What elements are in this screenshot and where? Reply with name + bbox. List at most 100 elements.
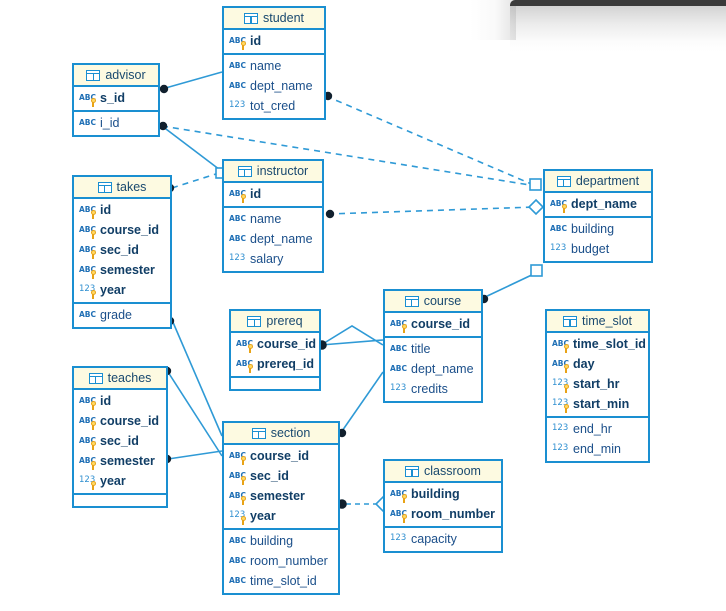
123-number-type-icon: 123 xyxy=(79,284,96,299)
abc-text-type-icon: ABC xyxy=(229,470,246,485)
field-row-sec_id[interactable]: ABC sec_id xyxy=(224,466,338,486)
field-row-dept_name[interactable]: ABC dept_name xyxy=(224,229,322,249)
table-header-classroom[interactable]: classroom xyxy=(385,461,501,483)
field-row-name[interactable]: ABC name xyxy=(224,209,322,229)
link-advisor-department xyxy=(161,125,537,187)
field-row-sec_id[interactable]: ABC sec_id xyxy=(74,431,166,451)
primary-key-icon xyxy=(90,209,96,219)
table-section: ABC building 123 budget xyxy=(545,216,651,261)
table-time_slot[interactable]: time_slot ABC time_slot_id ABC day 123 start_h… xyxy=(545,309,650,463)
abc-text-type-icon: ABC xyxy=(552,358,569,373)
field-row-end_hr[interactable]: 123 end_hr xyxy=(547,419,648,439)
table-prereq[interactable]: prereq ABC course_id ABC prereq_id xyxy=(229,309,321,391)
type-label: 123 xyxy=(390,532,407,543)
field-row-semester[interactable]: ABC semester xyxy=(224,486,338,506)
abc-text-type-icon: ABC xyxy=(229,80,246,93)
123-number-type-icon: 123 xyxy=(79,475,96,490)
primary-key-icon xyxy=(563,383,569,393)
field-name: salary xyxy=(250,252,284,266)
field-row-id[interactable]: ABC id xyxy=(224,184,322,204)
field-name: credits xyxy=(411,382,448,396)
field-row-id[interactable]: ABC id xyxy=(74,200,170,220)
123-number-type-icon: 123 xyxy=(552,378,569,393)
table-section[interactable]: section ABC course_id ABC sec_id ABC semester 1… xyxy=(222,421,340,595)
field-row-i_id[interactable]: ABC i_id xyxy=(74,113,158,133)
type-label: ABC xyxy=(229,80,247,90)
field-row-room_number[interactable]: ABC room_number xyxy=(224,551,338,571)
link-teaches-course xyxy=(167,450,223,460)
table-section: ABC course_id ABC sec_id ABC semester 123 year xyxy=(224,445,338,528)
table-header-course[interactable]: course xyxy=(385,291,481,313)
type-label: ABC xyxy=(229,535,247,545)
field-row-year[interactable]: 123 year xyxy=(74,471,166,491)
field-row-time_slot_id[interactable]: ABC time_slot_id xyxy=(547,334,648,354)
table-title: instructor xyxy=(256,164,309,178)
table-header-instructor[interactable]: instructor xyxy=(224,161,322,183)
field-row-start_min[interactable]: 123 start_min xyxy=(547,394,648,414)
field-row-year[interactable]: 123 year xyxy=(74,280,170,300)
table-takes[interactable]: takes ABC id ABC course_id ABC sec_id ABC semest… xyxy=(72,175,172,329)
field-row-tot_cred[interactable]: 123 tot_cred xyxy=(224,96,324,116)
field-row-s_id[interactable]: ABC s_id xyxy=(74,88,158,108)
field-name: course_id xyxy=(250,449,310,463)
field-row-year[interactable]: 123 year xyxy=(224,506,338,526)
field-row-course_id[interactable]: ABC course_id xyxy=(231,334,319,354)
field-row-prereq_id[interactable]: ABC prereq_id xyxy=(231,354,319,374)
primary-key-icon xyxy=(240,475,246,485)
table-header-time_slot[interactable]: time_slot xyxy=(547,311,648,333)
field-row-dept_name[interactable]: ABC dept_name xyxy=(545,194,651,214)
abc-text-type-icon: ABC xyxy=(229,188,246,203)
field-row-building[interactable]: ABC building xyxy=(385,484,501,504)
table-instructor[interactable]: instructor ABC id ABC name ABC dept_name 123 sal… xyxy=(222,159,324,273)
table-section: ABC i_id xyxy=(74,110,158,135)
table-header-student[interactable]: student xyxy=(224,8,324,30)
field-name: start_hr xyxy=(573,377,620,391)
field-row-time_slot_id[interactable]: ABC time_slot_id xyxy=(224,571,338,591)
link-takes-section xyxy=(171,319,223,437)
field-row-day[interactable]: ABC day xyxy=(547,354,648,374)
table-section: ABC dept_name xyxy=(545,193,651,216)
table-teaches[interactable]: teaches ABC id ABC course_id ABC sec_id ABC seme… xyxy=(72,366,168,508)
table-header-section[interactable]: section xyxy=(224,423,338,445)
field-row-credits[interactable]: 123 credits xyxy=(385,379,481,399)
field-row-course_id[interactable]: ABC course_id xyxy=(74,411,166,431)
field-row-semester[interactable]: ABC semester xyxy=(74,451,166,471)
field-row-start_hr[interactable]: 123 start_hr xyxy=(547,374,648,394)
field-row-building[interactable]: ABC building xyxy=(545,219,651,239)
field-row-id[interactable]: ABC id xyxy=(224,31,324,51)
field-row-capacity[interactable]: 123 capacity xyxy=(385,529,501,549)
field-row-dept_name[interactable]: ABC dept_name xyxy=(224,76,324,96)
table-advisor[interactable]: advisor ABC s_id ABC i_id xyxy=(72,63,160,137)
field-name: course_id xyxy=(257,337,317,351)
table-header-prereq[interactable]: prereq xyxy=(231,311,319,333)
table-header-advisor[interactable]: advisor xyxy=(74,65,158,87)
table-header-teaches[interactable]: teaches xyxy=(74,368,166,390)
field-name: s_id xyxy=(100,91,126,105)
field-row-sec_id[interactable]: ABC sec_id xyxy=(74,240,170,260)
field-row-end_min[interactable]: 123 end_min xyxy=(547,439,648,459)
123-number-type-icon: 123 xyxy=(229,253,246,266)
field-row-grade[interactable]: ABC grade xyxy=(74,305,170,325)
field-row-budget[interactable]: 123 budget xyxy=(545,239,651,259)
abc-text-type-icon: ABC xyxy=(550,198,567,213)
field-row-building[interactable]: ABC building xyxy=(224,531,338,551)
field-row-semester[interactable]: ABC semester xyxy=(74,260,170,280)
field-row-name[interactable]: ABC name xyxy=(224,56,324,76)
table-header-department[interactable]: department xyxy=(545,171,651,193)
table-course[interactable]: course ABC course_id ABC title ABC dept_name 12… xyxy=(383,289,483,403)
field-row-title[interactable]: ABC title xyxy=(385,339,481,359)
table-student[interactable]: student ABC id ABC name ABC dept_name 123 tot_cr… xyxy=(222,6,326,120)
field-row-course_id[interactable]: ABC course_id xyxy=(224,446,338,466)
field-row-dept_name[interactable]: ABC dept_name xyxy=(385,359,481,379)
field-row-id[interactable]: ABC id xyxy=(74,391,166,411)
er-diagram-canvas: student ABC id ABC name ABC dept_name 123 tot_cr… xyxy=(0,0,726,611)
table-header-takes[interactable]: takes xyxy=(74,177,170,199)
field-row-salary[interactable]: 123 salary xyxy=(224,249,322,269)
field-row-room_number[interactable]: ABC room_number xyxy=(385,504,501,524)
table-classroom[interactable]: classroom ABC building ABC room_number 123 cap… xyxy=(383,459,503,553)
field-name: course_id xyxy=(411,317,471,331)
table-department[interactable]: department ABC dept_name ABC building 123 budg… xyxy=(543,169,653,263)
field-row-course_id[interactable]: ABC course_id xyxy=(74,220,170,240)
type-label: 123 xyxy=(552,442,569,453)
field-row-course_id[interactable]: ABC course_id xyxy=(385,314,481,334)
